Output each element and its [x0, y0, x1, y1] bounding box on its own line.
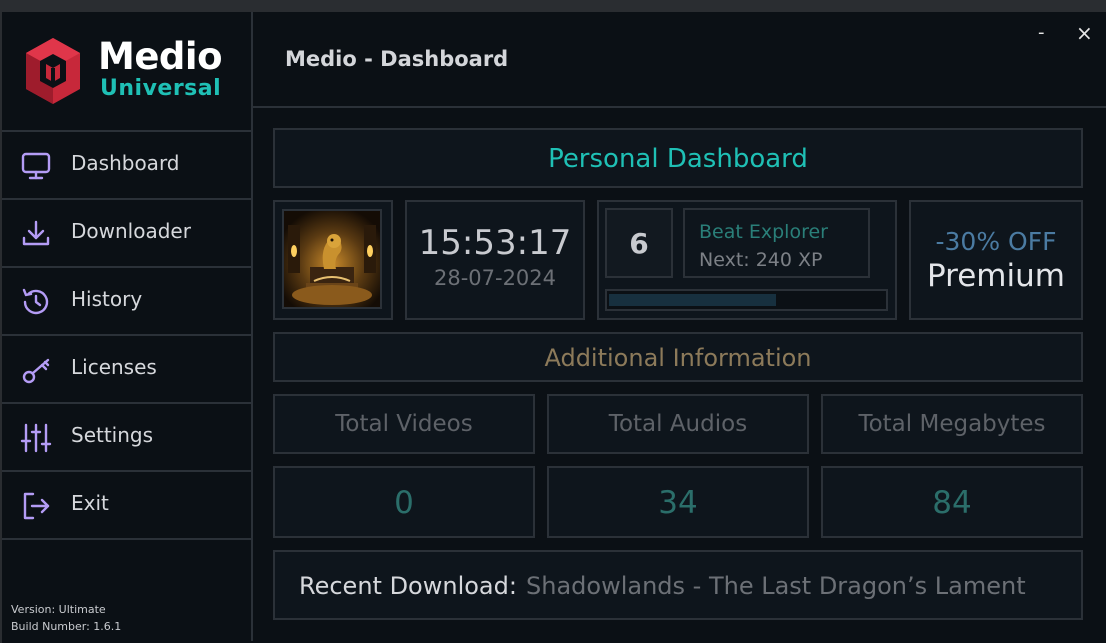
- history-icon: [22, 288, 49, 315]
- xp-progress-bar: [605, 289, 888, 311]
- download-icon: [22, 220, 50, 246]
- stat-label: Total Megabytes: [858, 411, 1046, 437]
- logo-title: Medio: [98, 35, 223, 78]
- recent-download-label: Recent Download:: [299, 572, 517, 600]
- stat-label-videos: Total Videos: [273, 394, 535, 454]
- recent-download-title: Shadowlands - The Last Dragon’s Lament: [526, 572, 1026, 600]
- personal-dashboard-title: Personal Dashboard: [548, 144, 808, 174]
- sidebar-item-label: History: [71, 287, 143, 311]
- logo-subtitle: Universal: [100, 76, 222, 101]
- additional-info-header: Additional Information: [273, 332, 1083, 382]
- stat-value: 84: [932, 485, 972, 521]
- build-number: Build Number: 1.6.1: [11, 620, 122, 633]
- additional-info-title: Additional Information: [544, 344, 812, 372]
- recent-download-panel: Recent Download: Shadowlands - The Last …: [273, 550, 1083, 620]
- promo-discount: -30% OFF: [935, 227, 1057, 256]
- page-title: Medio - Dashboard: [285, 47, 509, 71]
- key-icon: [22, 358, 50, 384]
- header: Medio - Dashboard - ×: [253, 12, 1106, 108]
- level-badge: 6: [605, 208, 673, 278]
- clock-panel: 15:53:17 28-07-2024: [405, 200, 585, 320]
- exit-icon: [23, 492, 50, 520]
- avatar-image: [284, 211, 380, 307]
- medio-logo-icon: [26, 38, 80, 104]
- rank-box: Beat Explorer Next: 240 XP: [683, 208, 870, 278]
- sliders-icon: [20, 423, 52, 453]
- stat-value-megabytes: 84: [821, 466, 1083, 538]
- stat-value: 0: [394, 485, 414, 521]
- app-window: Medio Universal Dashboard Downloader His…: [2, 12, 1106, 643]
- stat-label-audios: Total Audios: [547, 394, 809, 454]
- premium-promo-panel[interactable]: -30% OFF Premium: [909, 200, 1083, 320]
- sidebar-item-label: Licenses: [71, 355, 157, 379]
- minimize-button[interactable]: -: [1038, 24, 1045, 42]
- avatar-panel: [273, 200, 393, 320]
- clock-time: 15:53:17: [418, 223, 572, 263]
- sidebar-item-settings[interactable]: Settings: [2, 404, 251, 472]
- sidebar-item-downloader[interactable]: Downloader: [2, 200, 251, 268]
- personal-dashboard-header: Personal Dashboard: [273, 128, 1083, 188]
- stat-value-videos: 0: [273, 466, 535, 538]
- sidebar-item-dashboard[interactable]: Dashboard: [2, 132, 251, 200]
- level-number: 6: [629, 227, 649, 260]
- version-info: Version: Ultimate Build Number: 1.6.1: [11, 601, 121, 635]
- stat-value-audios: 34: [547, 466, 809, 538]
- stat-value: 34: [658, 485, 698, 521]
- version-label: Version: Ultimate: [11, 603, 106, 616]
- stat-label: Total Videos: [335, 411, 473, 437]
- monitor-icon: [21, 152, 51, 180]
- sidebar-item-label: Settings: [71, 423, 154, 447]
- xp-progress-fill: [609, 294, 777, 306]
- avatar[interactable]: [282, 209, 382, 309]
- stat-label: Total Audios: [608, 411, 748, 437]
- next-xp: Next: 240 XP: [699, 249, 823, 271]
- promo-name: Premium: [927, 258, 1065, 294]
- sidebar-item-history[interactable]: History: [2, 268, 251, 336]
- sidebar-item-label: Exit: [71, 491, 109, 515]
- logo-area: Medio Universal: [2, 12, 251, 132]
- close-button[interactable]: ×: [1076, 23, 1093, 43]
- sidebar-item-label: Downloader: [71, 219, 191, 243]
- rank-name: Beat Explorer: [699, 221, 828, 243]
- level-panel: 6 Beat Explorer Next: 240 XP: [597, 200, 897, 320]
- sidebar: Medio Universal Dashboard Downloader His…: [2, 12, 253, 641]
- sidebar-item-exit[interactable]: Exit: [2, 472, 251, 540]
- clock-date: 28-07-2024: [433, 266, 557, 290]
- sidebar-item-label: Dashboard: [71, 151, 180, 175]
- stat-label-megabytes: Total Megabytes: [821, 394, 1083, 454]
- sidebar-item-licenses[interactable]: Licenses: [2, 336, 251, 404]
